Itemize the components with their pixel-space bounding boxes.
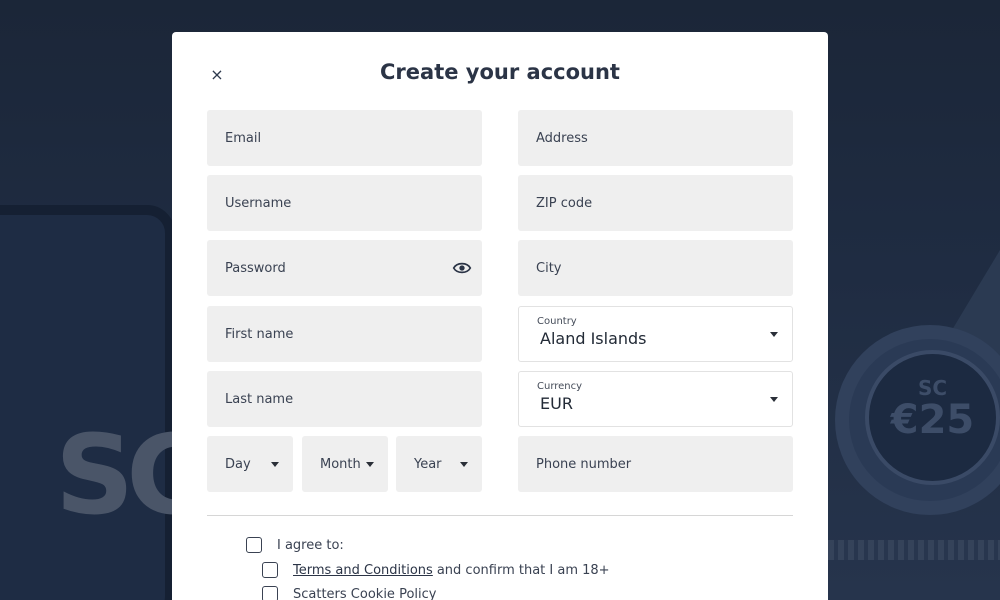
divider (207, 515, 793, 516)
terms-suffix: and confirm that I am 18+ (436, 562, 610, 578)
create-account-modal: × Create your account Email Username Pas… (172, 32, 828, 600)
cookie-checkbox[interactable] (262, 586, 278, 600)
terms-link[interactable]: Terms and Conditions (293, 563, 433, 578)
city-field[interactable]: City (518, 240, 793, 296)
cookie-label: Scatters Cookie Policy (293, 586, 437, 600)
email-placeholder: Email (225, 130, 262, 146)
modal-title: Create your account (380, 60, 620, 84)
password-placeholder: Password (225, 260, 286, 276)
day-label: Day (225, 456, 251, 472)
first-name-field[interactable]: First name (207, 306, 482, 362)
phone-placeholder: Phone number (536, 456, 632, 472)
country-label: Country (537, 316, 577, 327)
username-placeholder: Username (225, 195, 292, 211)
zip-code-field[interactable]: ZIP code (518, 175, 793, 231)
month-select[interactable]: Month (302, 436, 388, 492)
chevron-down-icon (770, 332, 778, 337)
agree-label: I agree to: (277, 537, 344, 553)
currency-value: EUR (540, 394, 573, 413)
terms-checkbox[interactable] (262, 562, 278, 578)
country-select[interactable]: Country Aland Islands (518, 306, 793, 362)
month-label: Month (320, 456, 361, 472)
last-name-field[interactable]: Last name (207, 371, 482, 427)
first-name-placeholder: First name (225, 326, 294, 342)
zip-placeholder: ZIP code (536, 195, 593, 211)
chevron-down-icon (460, 462, 468, 467)
password-field[interactable]: Password (207, 240, 482, 296)
terms-row: Terms and Conditions and confirm that I … (262, 562, 610, 578)
currency-select[interactable]: Currency EUR (518, 371, 793, 427)
background-phone-image (0, 205, 175, 600)
email-field[interactable]: Email (207, 110, 482, 166)
country-value: Aland Islands (540, 329, 647, 348)
year-select[interactable]: Year (396, 436, 482, 492)
last-name-placeholder: Last name (225, 391, 294, 407)
phone-number-field[interactable]: Phone number (518, 436, 793, 492)
agree-checkbox[interactable] (246, 537, 262, 553)
chevron-down-icon (770, 397, 778, 402)
background-pattern (828, 540, 1000, 560)
address-field[interactable]: Address (518, 110, 793, 166)
username-field[interactable]: Username (207, 175, 482, 231)
chevron-down-icon (366, 462, 374, 467)
chip-amount-text: €25 (890, 397, 975, 443)
eye-icon[interactable] (452, 259, 472, 277)
agree-row: I agree to: (246, 537, 344, 553)
background-chip-face: SC €25 (865, 350, 1000, 485)
year-label: Year (414, 456, 442, 472)
currency-label: Currency (537, 381, 583, 392)
chevron-down-icon (271, 462, 279, 467)
address-placeholder: Address (536, 130, 588, 146)
cookie-row: Scatters Cookie Policy (262, 586, 436, 600)
day-select[interactable]: Day (207, 436, 293, 492)
city-placeholder: City (536, 260, 562, 276)
